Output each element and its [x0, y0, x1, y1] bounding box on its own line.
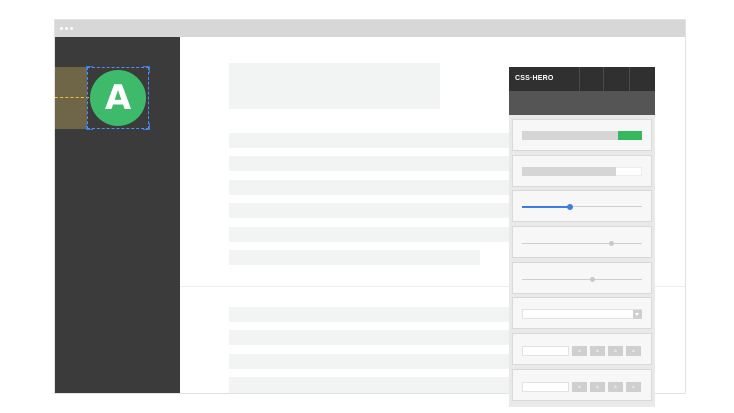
property-chips-row: A A A A: [512, 369, 652, 401]
slider-handle[interactable]: [567, 204, 573, 210]
panel-tab[interactable]: [603, 67, 604, 91]
alignment-guide: [55, 97, 89, 98]
toggle-on-indicator[interactable]: [618, 131, 642, 140]
avatar-letter-a[interactable]: A: [90, 70, 146, 126]
slider-track[interactable]: [522, 279, 642, 280]
resize-handle[interactable]: [143, 123, 150, 130]
slider-track[interactable]: [522, 243, 642, 244]
select-field[interactable]: [522, 309, 642, 319]
chip-button[interactable]: A: [572, 346, 587, 356]
resize-handle[interactable]: [143, 66, 150, 73]
chip-button[interactable]: A: [608, 382, 623, 392]
slider-handle[interactable]: [609, 241, 614, 246]
title-bar: [55, 20, 685, 37]
property-slider-row: [512, 190, 652, 222]
chip-button[interactable]: A: [590, 382, 605, 392]
text-line-placeholder: [229, 227, 510, 242]
highlighted-region: [55, 67, 87, 129]
text-line-placeholder: [229, 180, 510, 195]
text-line-placeholder: [229, 133, 510, 148]
chip-button[interactable]: A: [626, 382, 641, 392]
property-toggle-row: [512, 119, 652, 151]
panel-tab[interactable]: [579, 67, 580, 91]
window-dot-icon[interactable]: [65, 27, 68, 30]
property-slider-row: [512, 262, 652, 294]
value-input[interactable]: [522, 346, 569, 356]
panel-tab[interactable]: [629, 67, 630, 91]
text-line-placeholder: [229, 203, 510, 218]
property-select-row: [512, 297, 652, 329]
css-hero-panel: CSS·HERO A A A A A A A A: [509, 67, 655, 407]
value-input[interactable]: [522, 382, 569, 392]
window-dot-icon[interactable]: [60, 27, 63, 30]
resize-handle[interactable]: [86, 123, 93, 130]
window-dot-icon[interactable]: [70, 27, 73, 30]
text-line-placeholder: [229, 354, 510, 369]
property-bar-row: [512, 155, 652, 187]
slider-handle[interactable]: [590, 277, 595, 282]
chip-button[interactable]: A: [590, 346, 605, 356]
text-line-placeholder: [229, 330, 510, 345]
heading-placeholder: [229, 63, 440, 109]
resize-handle[interactable]: [86, 66, 93, 73]
sidebar: A: [55, 37, 180, 393]
property-chips-row: A A A A: [512, 333, 652, 365]
panel-header: CSS·HERO: [509, 67, 655, 91]
panel-subheader: [509, 91, 655, 115]
text-line-placeholder: [229, 307, 510, 322]
text-line-placeholder: [229, 156, 510, 171]
slider-fill: [522, 206, 570, 208]
chip-button[interactable]: A: [608, 346, 623, 356]
panel-logo: CSS·HERO: [515, 75, 554, 82]
chevron-down-icon[interactable]: [633, 310, 642, 319]
text-line-placeholder: [229, 377, 510, 393]
chip-button[interactable]: A: [626, 346, 641, 356]
chip-button[interactable]: A: [572, 382, 587, 392]
text-line-placeholder: [229, 250, 480, 265]
property-slider-row: [512, 226, 652, 258]
value-bar-fill[interactable]: [522, 167, 616, 176]
